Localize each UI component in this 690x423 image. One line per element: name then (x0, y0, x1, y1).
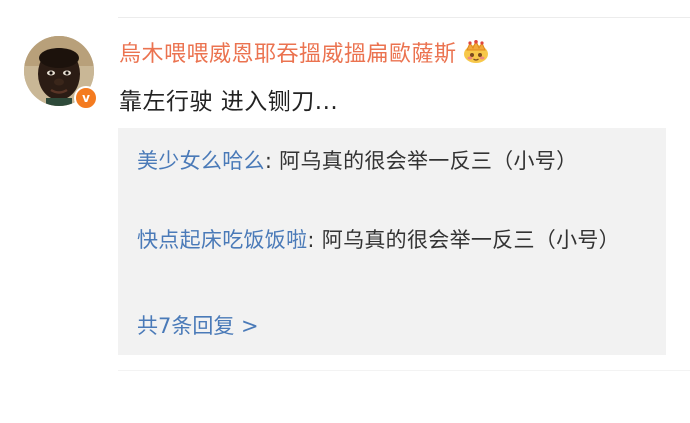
avatar[interactable]: v (24, 36, 98, 110)
reply-separator: : (307, 228, 322, 252)
comment-header: 烏木喂喂威恩耶吞搵威搵扁歐薩斯 (119, 36, 489, 68)
comment-text: 靠左行驶 进入铡刀... (119, 89, 339, 115)
weibo-comment: v 烏木喂喂威恩耶吞搵威搵扁歐薩斯 靠左行驶 进入铡刀... 美少女么哈么: 阿… (0, 0, 690, 423)
reply-text: 阿乌真的很会举一反三（小号） (321, 228, 620, 252)
verified-badge-icon: v (74, 86, 98, 110)
reply-item: 快点起床吃饭饭啦: 阿乌真的很会举一反三（小号） (137, 224, 637, 257)
reply-item: 美少女么哈么: 阿乌真的很会举一反三（小号） (137, 145, 637, 178)
replies-box: 美少女么哈么: 阿乌真的很会举一反三（小号） 快点起床吃饭饭啦: 阿乌真的很会举… (118, 128, 666, 355)
view-more-replies-link[interactable]: 共7条回复 > (137, 310, 259, 343)
divider (118, 17, 690, 18)
reply-separator: : (264, 149, 280, 173)
divider (118, 370, 690, 371)
reply-username[interactable]: 快点起床吃饭饭啦 (137, 228, 307, 252)
crown-icon (463, 39, 489, 64)
reply-text: 阿乌真的很会举一反三（小号） (279, 149, 578, 173)
reply-username[interactable]: 美少女么哈么 (137, 149, 265, 173)
comment-username[interactable]: 烏木喂喂威恩耶吞搵威搵扁歐薩斯 (119, 36, 457, 68)
